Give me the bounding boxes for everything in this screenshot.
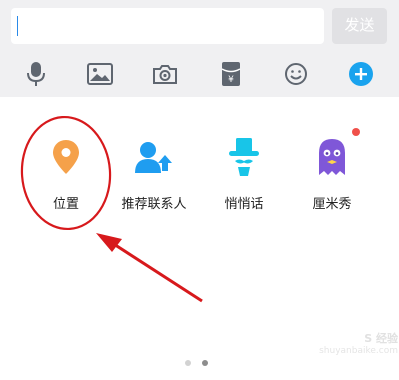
app-recommend-contacts[interactable]: 推荐联系人 [109, 137, 199, 217]
send-button[interactable]: 发送 [332, 8, 387, 44]
camera-icon[interactable] [151, 60, 179, 88]
location-pin-icon [46, 137, 86, 177]
text-caret [17, 16, 18, 36]
app-label: 推荐联系人 [121, 197, 187, 212]
image-icon[interactable] [86, 60, 114, 88]
recommend-contact-icon [134, 137, 174, 177]
app-label: 位置 [52, 197, 79, 212]
plus-icon[interactable] [347, 60, 375, 88]
app-label: 悄悄话 [224, 197, 264, 212]
whisper-hat-icon [224, 137, 264, 177]
notification-badge [352, 128, 360, 136]
message-input[interactable] [11, 8, 324, 44]
page-indicator-dot[interactable] [185, 360, 191, 366]
emoji-icon[interactable] [282, 60, 310, 88]
app-location[interactable]: 位置 [21, 137, 111, 217]
app-cmshow[interactable]: 厘米秀 [287, 137, 377, 217]
microphone-icon[interactable] [22, 60, 50, 88]
page-indicator-dot-active[interactable] [202, 360, 208, 366]
input-toolbar-area: 发送 ¥ [0, 0, 399, 97]
app-whisper[interactable]: 悄悄话 [199, 137, 289, 217]
cmshow-icon [312, 137, 352, 177]
app-label: 厘米秀 [312, 197, 352, 212]
watermark-url: shuyanbaike.com [319, 346, 398, 356]
watermark: S 经验 shuyanbaike.com [310, 333, 398, 373]
watermark-logo: S 经验 [364, 332, 398, 345]
red-packet-icon[interactable]: ¥ [217, 60, 245, 88]
svg-text:¥: ¥ [228, 75, 234, 85]
